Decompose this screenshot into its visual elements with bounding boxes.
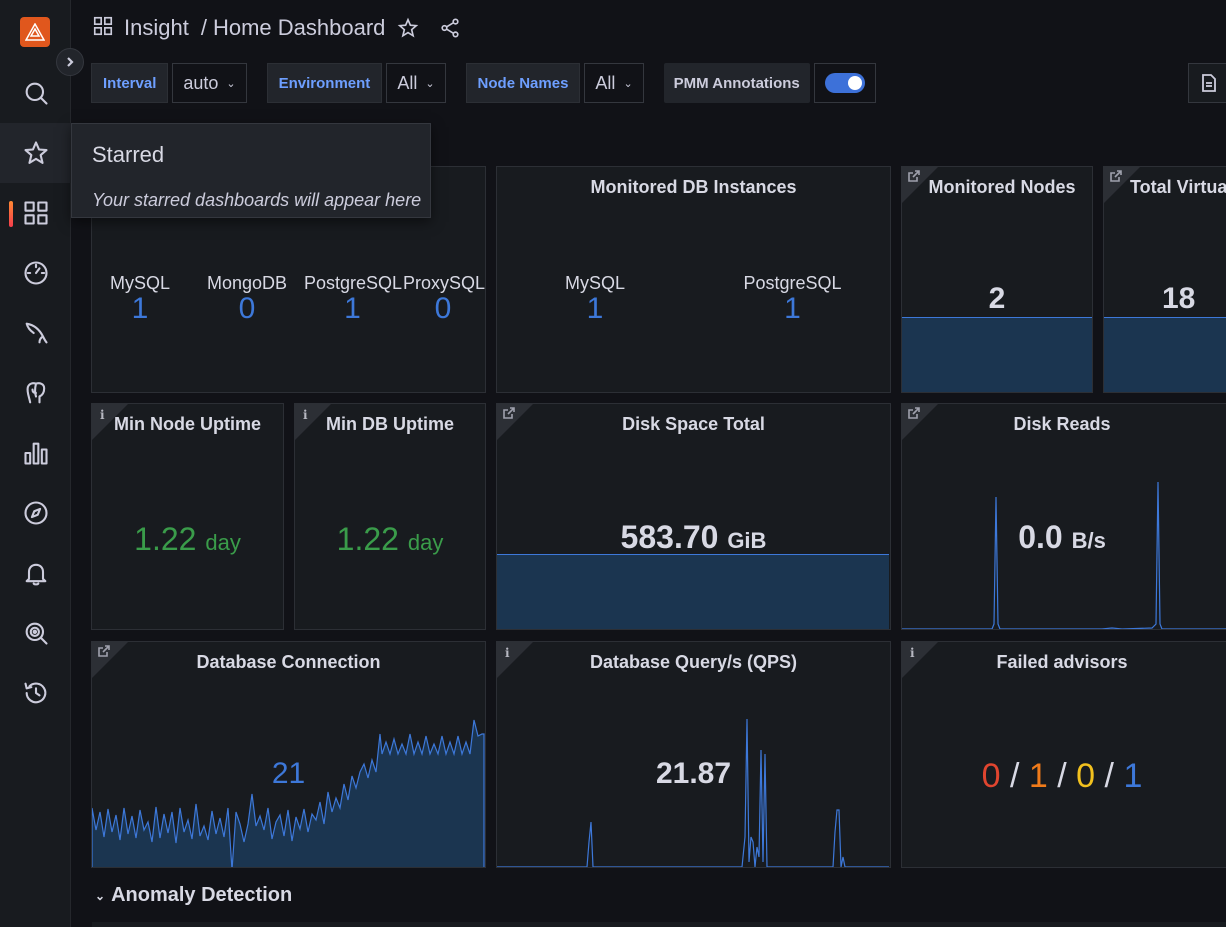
starred-tooltip: Starred Your starred dashboards will app… bbox=[71, 123, 431, 218]
database-qps-panel[interactable]: i Database Query/s (QPS) 21.87 bbox=[496, 641, 891, 868]
sparkline-fill bbox=[497, 554, 889, 629]
postgresql-icon[interactable] bbox=[0, 363, 71, 423]
chevron-down-icon: ⌄ bbox=[623, 77, 633, 90]
docs-button[interactable] bbox=[1188, 63, 1226, 103]
interval-value: auto bbox=[183, 72, 219, 93]
pmm-annotations-label: PMM Annotations bbox=[663, 63, 810, 103]
chevron-down-icon: ⌄ bbox=[226, 77, 236, 90]
sparkline bbox=[902, 481, 1226, 629]
stat-value: 583.70 GiB bbox=[620, 519, 767, 555]
warning-count[interactable]: 0 bbox=[1076, 757, 1095, 795]
critical-count[interactable]: 0 bbox=[982, 757, 1001, 795]
sparkline-fill bbox=[1104, 317, 1226, 392]
chevron-down-icon: ⌄ bbox=[425, 77, 435, 90]
disk-reads-panel[interactable]: Disk Reads 0.0 B/s bbox=[901, 403, 1226, 630]
bell-icon[interactable] bbox=[0, 543, 71, 603]
environment-select[interactable]: All ⌄ bbox=[386, 63, 446, 103]
favorite-star-icon[interactable] bbox=[397, 17, 419, 39]
stat-mongodb: MongoDB 0 bbox=[206, 273, 288, 325]
environment-value: All bbox=[397, 72, 418, 93]
node-names-value: All bbox=[595, 72, 616, 93]
tooltip-title: Starred bbox=[92, 142, 165, 167]
environment-label: Environment bbox=[266, 63, 383, 103]
panel-title: Monitored Nodes bbox=[928, 177, 1076, 197]
dashboards-icon[interactable] bbox=[0, 183, 71, 243]
failed-advisors-counts: 0 / 1 / 0 / 1 bbox=[981, 757, 1143, 795]
logo[interactable] bbox=[20, 17, 50, 47]
share-icon[interactable] bbox=[439, 17, 461, 39]
pmm-annotations-toggle-wrap bbox=[813, 63, 876, 103]
variables-bar: Interval auto ⌄ Environment All ⌄ Node Nam… bbox=[91, 63, 876, 103]
min-db-uptime-panel[interactable]: i Min DB Uptime 1.22 day bbox=[294, 403, 486, 630]
disk-space-total-panel[interactable]: Disk Space Total 583.70 GiB bbox=[496, 403, 891, 630]
pmm-annotations-toggle[interactable] bbox=[824, 73, 865, 93]
history-icon[interactable] bbox=[0, 663, 71, 723]
stat-postgresql: PostgreSQL 1 bbox=[743, 273, 842, 325]
stat-mysql: MySQL 1 bbox=[109, 273, 170, 325]
interval-select[interactable]: auto ⌄ bbox=[172, 63, 247, 103]
panel-title: Monitored DB Instances bbox=[590, 177, 797, 197]
error-count[interactable]: 1 bbox=[1029, 757, 1048, 795]
panel-title: Failed advisors bbox=[996, 652, 1128, 672]
node-names-select[interactable]: All ⌄ bbox=[584, 63, 644, 103]
sparkline bbox=[92, 719, 485, 867]
panel-title: Disk Space Total bbox=[622, 414, 765, 434]
stat-proxysql: ProxySQL 0 bbox=[403, 273, 486, 325]
stat-value: 1.22 day bbox=[336, 521, 444, 557]
monitored-db-instances-panel[interactable]: Monitored DB Instances MySQL 1 PostgreSQ… bbox=[496, 166, 891, 393]
breadcrumb-app[interactable]: Insight bbox=[124, 15, 189, 41]
advisor-icon[interactable] bbox=[0, 603, 71, 663]
panel-title: Database Query/s (QPS) bbox=[589, 652, 798, 672]
stat-value: 2 bbox=[988, 282, 1006, 315]
sparkline bbox=[497, 718, 889, 867]
page-title[interactable]: Home Dashboard bbox=[213, 15, 385, 41]
row-anomaly-detection[interactable]: ⌄ Anomaly Detection bbox=[95, 884, 292, 907]
panel-title: Min DB Uptime bbox=[326, 414, 454, 434]
stat-postgresql: PostgreSQL 1 bbox=[304, 273, 403, 325]
breadcrumb: Insight / Home Dashboard bbox=[92, 12, 461, 44]
gauge-icon[interactable] bbox=[0, 243, 71, 303]
document-icon bbox=[1202, 74, 1216, 92]
expand-sidebar-button[interactable] bbox=[56, 48, 84, 76]
failed-advisors-panel[interactable]: i Failed advisors 0 / 1 / 0 / 1 bbox=[901, 641, 1226, 868]
sparkline-fill bbox=[902, 317, 1092, 392]
notice-count[interactable]: 1 bbox=[1123, 757, 1142, 795]
stat-value: 18 bbox=[1162, 282, 1196, 315]
tooltip-body: Your starred dashboards will appear here bbox=[92, 190, 422, 210]
external-link-icon[interactable] bbox=[1110, 170, 1122, 185]
total-virtual-panel[interactable]: Total Virtual 18 bbox=[1103, 166, 1226, 393]
min-node-uptime-panel[interactable]: i Min Node Uptime 1.22 day bbox=[91, 403, 284, 630]
monitored-nodes-panel[interactable]: Monitored Nodes 2 bbox=[901, 166, 1093, 393]
compass-icon[interactable] bbox=[0, 483, 71, 543]
star-icon[interactable] bbox=[0, 123, 71, 183]
database-connection-panel[interactable]: Database Connection 21 bbox=[91, 641, 486, 868]
panel-title: Min Node Uptime bbox=[114, 414, 261, 434]
dashboards-grid-icon bbox=[92, 15, 114, 42]
interval-label: Interval bbox=[91, 63, 169, 103]
breadcrumb-separator: / bbox=[200, 15, 207, 40]
stat-mysql: MySQL 1 bbox=[564, 273, 625, 325]
panel-title: Total Virtual bbox=[1130, 177, 1226, 197]
chevron-down-icon: ⌄ bbox=[95, 888, 106, 903]
panel-title: Database Connection bbox=[196, 652, 381, 672]
stat-value: 1.22 day bbox=[134, 521, 241, 557]
panel-title: Disk Reads bbox=[1013, 414, 1111, 434]
node-names-label: Node Names bbox=[465, 63, 581, 103]
bar-chart-icon[interactable] bbox=[0, 423, 71, 483]
sidebar bbox=[0, 0, 71, 927]
mysql-icon[interactable] bbox=[0, 303, 71, 363]
